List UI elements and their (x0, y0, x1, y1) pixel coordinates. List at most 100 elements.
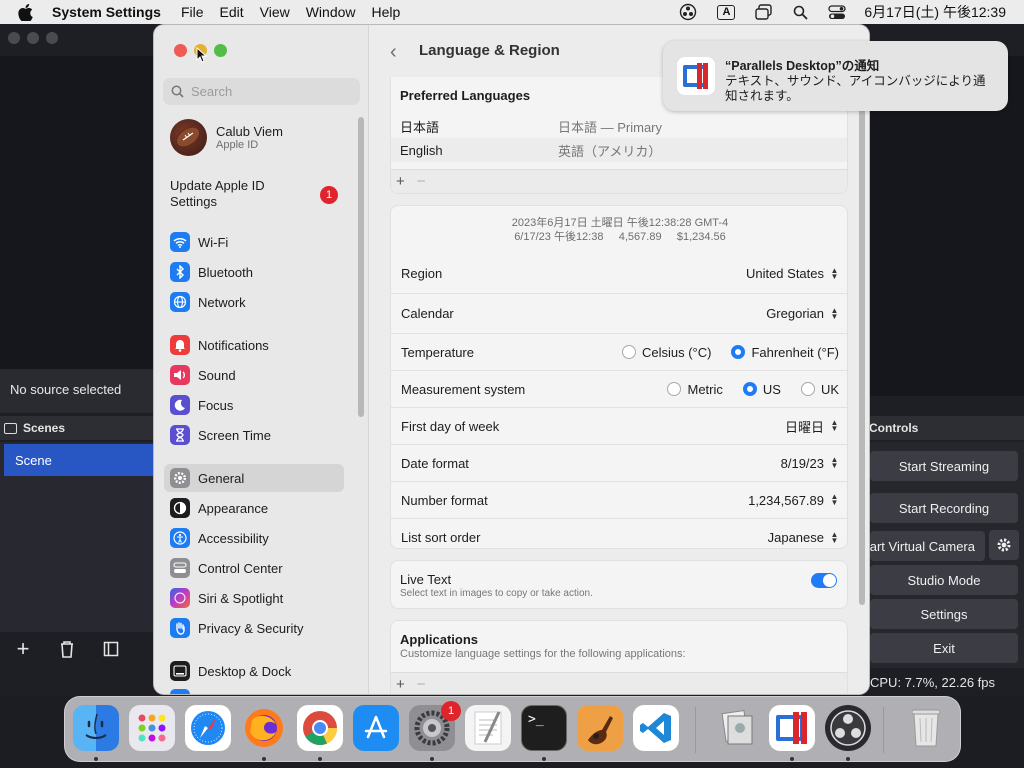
us-radio[interactable]: US (742, 382, 781, 397)
menubar-clock[interactable]: 6月17日(土) 午後12:39 (864, 2, 1006, 22)
sidebar-item-general[interactable]: General (164, 464, 344, 492)
metric-radio[interactable]: Metric (667, 382, 723, 397)
language-detail: 日本語 — Primary (558, 119, 663, 135)
sidebar-item-focus[interactable]: Focus (164, 391, 344, 419)
menu-app-name[interactable]: System Settings (52, 4, 161, 20)
close-button[interactable] (174, 44, 187, 57)
menu-view[interactable]: View (260, 4, 290, 20)
dock-running-dot (846, 757, 850, 761)
sidebar-item-accessibility[interactable]: Accessibility (164, 524, 344, 552)
safari-icon[interactable] (185, 705, 231, 751)
finder-icon[interactable] (73, 705, 119, 751)
parallels-icon[interactable] (769, 705, 815, 751)
app-store-icon[interactable] (353, 705, 399, 751)
uk-label: UK (820, 381, 839, 397)
sidebar-item-control-center[interactable]: Control Center (164, 554, 344, 582)
sidebar-item-siri-spotlight[interactable]: Siri & Spotlight (164, 584, 344, 612)
add-application-button[interactable]: + (396, 676, 405, 693)
uk-radio[interactable]: UK (800, 381, 839, 397)
date-format-stepper-icon[interactable]: ▲ ▼ (830, 456, 839, 470)
settings-button[interactable]: Settings (870, 599, 1018, 629)
fahrenheit-radio[interactable]: Fahrenheit (°F) (731, 345, 839, 360)
obs-icon[interactable] (825, 705, 871, 751)
menu-help[interactable]: Help (372, 4, 401, 20)
calendar-row[interactable]: Calendar Gregorian ▲ ▼ (391, 294, 847, 334)
trash-icon[interactable] (903, 705, 949, 751)
update-apple-id-item[interactable]: Update Apple ID Settings 1 (170, 178, 345, 210)
apple-menu-icon[interactable] (18, 3, 38, 21)
gear-icon (170, 468, 190, 488)
zoom-button[interactable] (214, 44, 227, 57)
vscode-icon[interactable] (633, 705, 679, 751)
live-text-description: Select text in images to copy or take ac… (400, 588, 593, 599)
spotlight-search-icon[interactable] (793, 5, 809, 20)
sidebar-item-wifi[interactable]: Wi-Fi (164, 228, 344, 256)
sidebar-item-bluetooth[interactable]: Bluetooth (164, 258, 344, 286)
sidebar-item-privacy-security[interactable]: Privacy & Security (164, 614, 344, 642)
sidebar-item-notifications[interactable]: Notifications (164, 331, 344, 359)
first-day-row[interactable]: First day of week 日曜日 ▲ ▼ (391, 408, 847, 445)
search-field[interactable] (163, 78, 360, 105)
scene-filter-icon[interactable] (98, 636, 124, 662)
preview-icon[interactable] (713, 705, 759, 751)
language-row[interactable]: English 英語（アメリカ） (400, 138, 661, 162)
firefox-icon[interactable] (241, 705, 287, 751)
scene-item[interactable]: Scene (4, 444, 155, 476)
list-sort-row[interactable]: List sort order Japanese ▲ ▼ (391, 519, 847, 548)
search-input[interactable] (191, 84, 341, 99)
region-stepper-icon[interactable]: ▲ ▼ (830, 266, 839, 281)
scene-toolbar: + (10, 636, 124, 662)
exit-button[interactable]: Exit (870, 633, 1018, 663)
trash-scene-icon[interactable] (54, 636, 80, 662)
start-recording-button[interactable]: Start Recording (870, 493, 1018, 523)
sidebar-item-network[interactable]: Network (164, 288, 344, 316)
apple-id-profile[interactable]: Calub Viem Apple ID (170, 119, 283, 156)
control-center-icon[interactable] (828, 4, 847, 20)
region-row[interactable]: Region United States ▲ ▼ (391, 254, 847, 294)
system-settings-icon[interactable]: 1 (409, 701, 461, 751)
add-scene-icon[interactable]: + (10, 636, 36, 662)
remove-application-button[interactable]: − (417, 676, 426, 693)
obs-status-icon[interactable] (679, 3, 697, 21)
calendar-stepper-icon[interactable]: ▲ ▼ (830, 306, 839, 321)
menu-edit[interactable]: Edit (220, 4, 244, 20)
sidebar-item-label: Privacy & Security (198, 620, 304, 636)
studio-mode-button[interactable]: Studio Mode (870, 565, 1018, 595)
speaker-icon (170, 365, 190, 385)
number-format-stepper-icon[interactable]: ▲ ▼ (830, 493, 839, 507)
sidebar-item-label: Focus (198, 397, 234, 413)
sidebar-scrollbar[interactable] (358, 117, 364, 417)
sidebar-item-sound[interactable]: Sound (164, 361, 344, 389)
number-format-row[interactable]: Number format 1,234,567.89 ▲ ▼ (391, 482, 847, 519)
language-row[interactable]: 日本語 日本語 — Primary (400, 114, 662, 138)
start-virtual-camera-button[interactable]: Start Virtual Camera (870, 531, 985, 561)
sidebar-item-screen-time[interactable]: Screen Time (164, 421, 344, 449)
input-source-icon[interactable]: A (717, 4, 736, 20)
content-scrollbar[interactable] (859, 85, 865, 605)
celsius-radio[interactable]: Celsius (°C) (621, 345, 711, 360)
virtual-camera-settings-icon[interactable] (989, 530, 1019, 560)
terminal-icon[interactable]: >_ (521, 705, 567, 751)
window-switch-icon[interactable] (755, 4, 773, 20)
live-text-toggle[interactable] (811, 573, 837, 588)
sidebar-item-label: Siri & Spotlight (198, 590, 284, 606)
notification-banner[interactable]: “Parallels Desktop”の通知 テキスト、サウンド、アイコンバッジ… (663, 41, 1008, 111)
menu-file[interactable]: File (181, 4, 204, 20)
preferred-languages-header: Preferred Languages (400, 88, 531, 103)
parallels-icon (677, 57, 715, 95)
sidebar-item-appearance[interactable]: Appearance (164, 494, 344, 522)
menu-window[interactable]: Window (306, 4, 356, 20)
garageband-icon[interactable] (577, 705, 623, 751)
list-sort-stepper-icon[interactable]: ▲ ▼ (830, 530, 839, 545)
first-day-stepper-icon[interactable]: ▲ ▼ (830, 419, 839, 433)
add-language-button[interactable]: + (396, 173, 405, 190)
applications-card: Applications Customize language settings… (390, 620, 848, 694)
back-chevron-icon[interactable]: ‹ (390, 41, 397, 64)
remove-language-button[interactable]: − (417, 173, 426, 190)
launchpad-icon[interactable] (129, 705, 175, 751)
sidebar-item-desktop-dock[interactable]: Desktop & Dock (164, 657, 344, 685)
chrome-icon[interactable] (297, 705, 343, 751)
textedit-icon[interactable] (465, 705, 511, 751)
date-format-row[interactable]: Date format 8/19/23 ▲ ▼ (391, 445, 847, 482)
start-streaming-button[interactable]: Start Streaming (870, 451, 1018, 481)
